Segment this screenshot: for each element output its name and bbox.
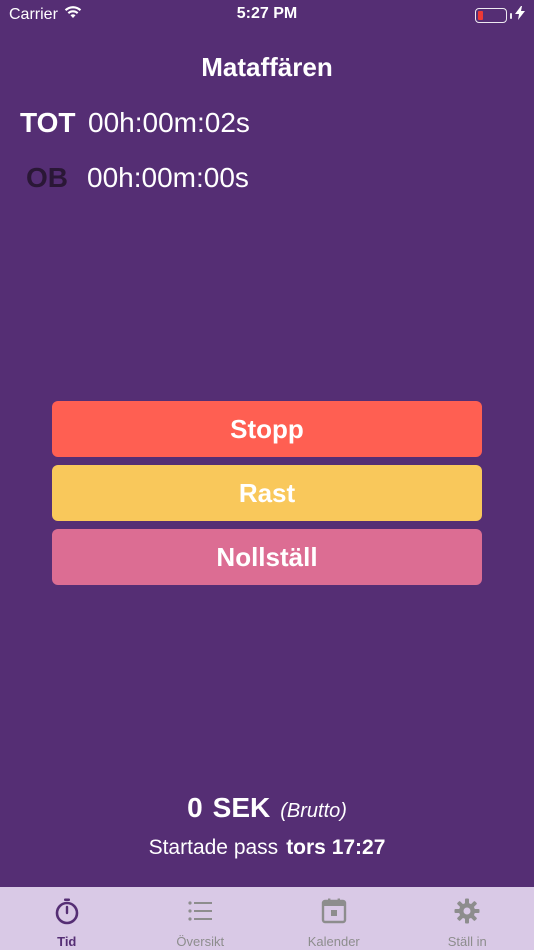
status-bar: Carrier 5:27 PM (0, 0, 534, 30)
battery-group (475, 6, 525, 25)
gear-icon (453, 897, 481, 930)
calendar-icon (320, 897, 348, 930)
shift-started-label: Startade pass (148, 836, 279, 859)
tab-stall-in[interactable]: Ställ in (401, 887, 534, 950)
shift-started: Startade pass tors 17:27 (0, 836, 534, 860)
tab-stall-in-label: Ställ in (447, 934, 487, 949)
stopwatch-icon (53, 897, 81, 930)
earnings-summary: 0 SEK (Brutto) (0, 792, 534, 824)
earnings-amount: 0 (187, 792, 203, 823)
tab-tid[interactable]: Tid (0, 887, 134, 950)
tot-label: TOT (20, 107, 76, 138)
tab-oversikt[interactable]: Översikt (134, 887, 268, 950)
tab-kalender[interactable]: Kalender (267, 887, 401, 950)
ob-label: OB (26, 162, 68, 193)
tab-kalender-label: Kalender (307, 934, 360, 949)
battery-level (478, 11, 483, 20)
page-title: Mataffären (201, 52, 333, 82)
battery-cap (510, 12, 512, 19)
earnings-currency: SEK (212, 792, 271, 823)
tab-bar: Tid Översikt Kalender Ställ in (0, 887, 534, 950)
stop-button[interactable]: Stopp (52, 401, 482, 457)
tab-oversikt-label: Översikt (176, 934, 225, 949)
shift-started-time: tors 17:27 (286, 836, 386, 859)
charging-bolt-icon (515, 6, 525, 25)
tot-value: 00h:00m:02s (88, 107, 250, 138)
battery-icon (475, 8, 507, 23)
ob-value: 00h:00m:00s (87, 162, 249, 193)
tab-tid-label: Tid (57, 934, 77, 949)
reset-button[interactable]: Nollställ (52, 529, 482, 585)
list-icon (186, 897, 214, 930)
status-time: 5:27 PM (236, 5, 298, 22)
earnings-note: (Brutto) (280, 800, 347, 822)
break-button[interactable]: Rast (52, 465, 482, 521)
